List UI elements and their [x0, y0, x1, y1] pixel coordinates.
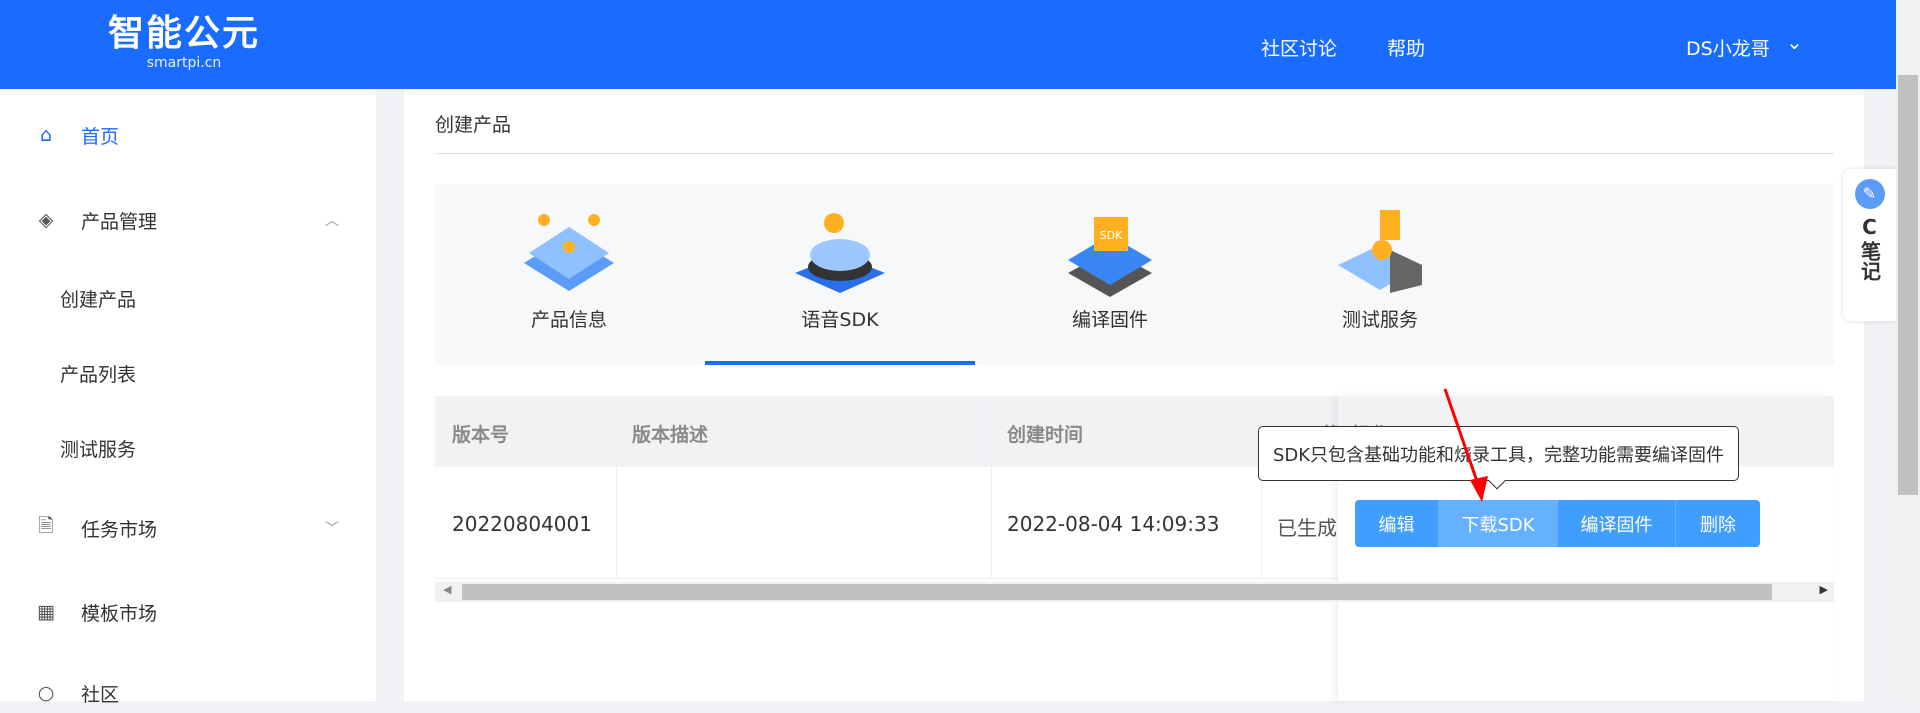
sidebar-item-product-list[interactable]: 产品列表 [0, 353, 376, 393]
voice-sdk-icon [795, 213, 885, 293]
community-icon: ○ [37, 682, 55, 704]
notes-icon: ✎ [1854, 179, 1885, 209]
layers-icon: ◈ [38, 209, 54, 231]
logo[interactable]: 智能公元 smartpi.cn [104, 14, 264, 76]
cell-version: 20220804001 [452, 512, 592, 536]
cell-created: 2022-08-04 14:09:33 [1007, 512, 1220, 536]
sidebar: ⌂ 首页 ◈ 产品管理 ︿ 创建产品 产品列表 测试服务 🗎 任务市场 ﹀ ▦ 模板市场 ○… [0, 89, 376, 706]
tab-compile-firmware[interactable]: SDK 编译固件 [1000, 205, 1220, 332]
svg-text:SDK: SDK [1100, 229, 1123, 242]
col-version: 版本号 [452, 424, 510, 446]
sidebar-item-test-service[interactable]: 测试服务 [0, 428, 376, 468]
compile-firmware-button[interactable]: 编译固件 [1558, 500, 1676, 547]
nav-community-discussion[interactable]: 社区讨论 [1261, 34, 1337, 61]
chevron-up-icon: ︿ [325, 213, 339, 229]
scrollbar-thumb[interactable] [1898, 75, 1918, 495]
chevron-down-icon[interactable]: ⌄ [1786, 30, 1803, 54]
col-created: 创建时间 [1007, 424, 1084, 446]
active-tab-indicator [705, 361, 975, 365]
sidebar-item-create-product[interactable]: 创建产品 [0, 278, 376, 318]
col-description: 版本描述 [632, 424, 709, 446]
user-menu[interactable]: DS小龙哥 [1686, 34, 1770, 61]
nav-help[interactable]: 帮助 [1387, 34, 1425, 61]
notes-widget[interactable]: ✎ C 笔记 [1843, 169, 1896, 321]
top-header: 智能公元 smartpi.cn 社区讨论 帮助 DS小龙哥 ⌄ [0, 0, 1896, 89]
sidebar-item-home[interactable]: ⌂ 首页 [0, 115, 376, 155]
home-icon: ⌂ [39, 124, 53, 146]
sidebar-item-template-market[interactable]: ▦ 模板市场 [0, 592, 376, 632]
divider [435, 153, 1834, 154]
tab-test-service[interactable]: 测试服务 [1270, 205, 1490, 332]
annotation-arrow [1443, 388, 1488, 502]
edit-button[interactable]: 编辑 [1355, 500, 1439, 547]
test-service-icon [1338, 210, 1422, 293]
sidebar-item-product-management[interactable]: ◈ 产品管理 ︿ [0, 200, 376, 240]
grid-icon: ▦ [37, 601, 55, 623]
sidebar-item-task-market[interactable]: 🗎 任务市场 ﹀ [0, 508, 376, 548]
chevron-down-icon: ﹀ [325, 521, 339, 537]
delete-button[interactable]: 删除 [1676, 500, 1760, 547]
horizontal-scrollbar[interactable]: ◀ ▶ [435, 582, 1834, 602]
firmware-icon: SDK [1068, 217, 1152, 297]
breadcrumb: 创建产品 [435, 114, 512, 136]
tab-product-info[interactable]: 产品信息 [459, 205, 679, 332]
sidebar-item-community[interactable]: ○ 社区 [0, 673, 376, 713]
task-icon: 🗎 [38, 515, 54, 537]
tab-voice-sdk[interactable]: 语音SDK [730, 205, 950, 332]
product-info-icon [524, 214, 614, 291]
cell-status: 已生成 [1277, 516, 1337, 540]
